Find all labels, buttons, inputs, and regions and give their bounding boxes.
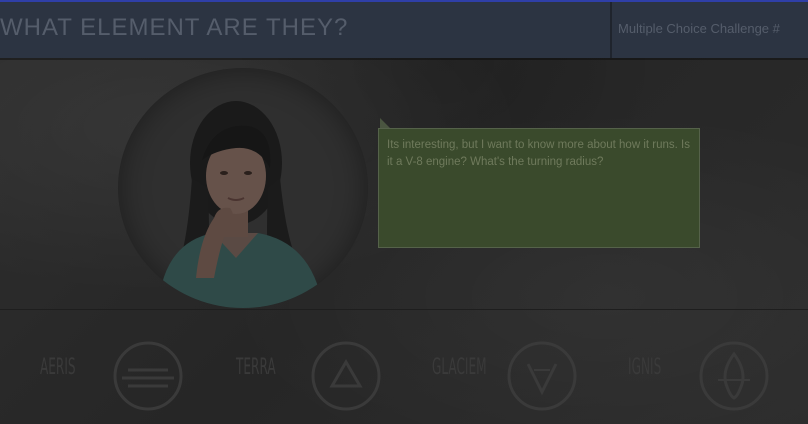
section-divider	[0, 309, 808, 310]
fire-symbol-icon	[699, 341, 769, 411]
header-bar: WHAT ELEMENT ARE THEY? Multiple Choice C…	[0, 2, 808, 58]
element-label-terra: TERRA	[236, 355, 276, 380]
element-choice-aeris[interactable]: AERIS	[40, 340, 200, 411]
element-choice-glaciem[interactable]: GLACIEM	[432, 340, 592, 411]
page-title: WHAT ELEMENT ARE THEY?	[0, 14, 349, 41]
element-label-ignis: IGNIS	[628, 355, 662, 380]
challenge-label: Multiple Choice Challenge #	[618, 21, 780, 36]
air-symbol-icon	[113, 341, 183, 411]
character-portrait	[118, 68, 368, 308]
speech-bubble: Its interesting, but I want to know more…	[378, 128, 700, 248]
speech-text: Its interesting, but I want to know more…	[387, 139, 690, 168]
header-divider	[610, 2, 612, 58]
woman-thinking-image	[158, 101, 323, 308]
speech-bubble-tail	[380, 118, 390, 128]
water-symbol-icon	[507, 341, 577, 411]
element-choice-ignis[interactable]: IGNIS	[628, 340, 788, 411]
element-label-glaciem: GLACIEM	[432, 355, 487, 380]
element-choice-terra[interactable]: TERRA	[236, 340, 396, 411]
element-label-aeris: AERIS	[40, 355, 76, 380]
earth-symbol-icon	[311, 341, 381, 411]
